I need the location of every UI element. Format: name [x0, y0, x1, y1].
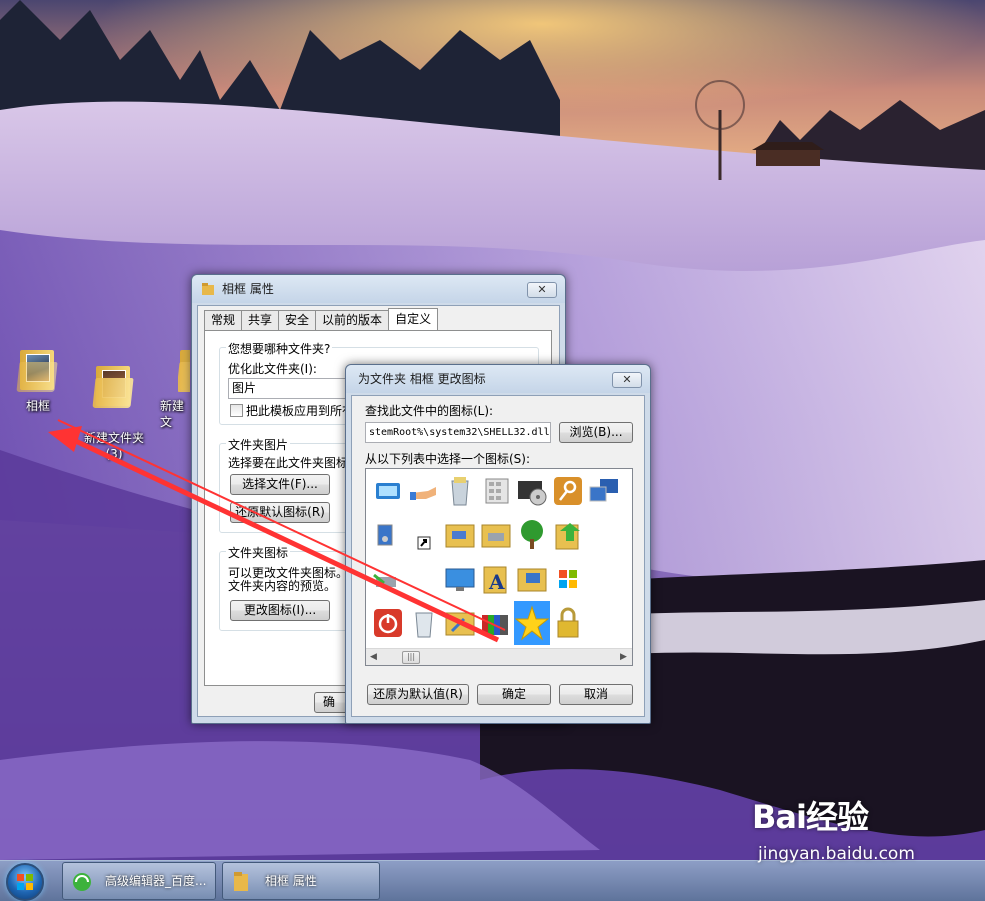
- change-icon-client: 查找此文件中的图标(L): stemRoot%\system32\SHELL32…: [351, 395, 645, 717]
- change-icon-title: 为文件夹 相框 更改图标: [358, 372, 486, 386]
- tab-strip: 常规 共享 安全 以前的版本 自定义: [204, 308, 439, 330]
- optimize-label: 优化此文件夹(I):: [228, 362, 317, 376]
- recycle-bin-full-icon[interactable]: [442, 473, 478, 509]
- folder-icon: [92, 364, 134, 408]
- lock-icon[interactable]: [550, 605, 586, 641]
- scroll-thumb[interactable]: |||: [402, 651, 420, 664]
- taskbar-item-browser[interactable]: 高级编辑器_百度...: [62, 862, 216, 900]
- choose-picture-label: 选择要在此文件夹图标: [228, 456, 349, 470]
- key-icon[interactable]: [550, 473, 586, 509]
- star-icon[interactable]: [514, 601, 550, 645]
- icon-list-scrollbar[interactable]: ◀ ||| ▶: [366, 648, 632, 665]
- baidu-jingyan-watermark: Bai经验 jingyan.baidu.com: [752, 792, 915, 864]
- folder-icon: [202, 283, 214, 295]
- properties-title: 相框 属性: [222, 282, 274, 296]
- svg-text:A: A: [488, 570, 505, 594]
- change-icon-titlebar[interactable]: 为文件夹 相框 更改图标 ✕: [346, 365, 650, 393]
- tab-security[interactable]: 安全: [278, 310, 317, 330]
- icon-file-path-field[interactable]: stemRoot%\system32\SHELL32.dll: [365, 422, 551, 443]
- media-player-icon[interactable]: [514, 473, 550, 509]
- shortcut-arrow-icon[interactable]: [406, 517, 442, 553]
- desktop-icon-label: 新建文件夹 (3): [83, 431, 144, 461]
- folder-green-arrow-icon[interactable]: [550, 517, 586, 553]
- drive-icon[interactable]: [370, 561, 406, 597]
- icon-list[interactable]: A ◀ ||| ▶: [365, 468, 633, 666]
- close-button[interactable]: ✕: [612, 372, 642, 388]
- tree-icon[interactable]: [514, 517, 550, 553]
- choose-file-button[interactable]: 选择文件(F)...: [230, 474, 330, 495]
- hand-share-icon[interactable]: [406, 473, 442, 509]
- windows-logo-icon[interactable]: [550, 561, 586, 597]
- change-icon-button[interactable]: 更改图标(I)...: [230, 600, 330, 621]
- folder-computer-icon[interactable]: [514, 561, 550, 597]
- scroll-right-icon[interactable]: ▶: [620, 652, 627, 662]
- taskbar-item-label: 高级编辑器_百度...: [105, 874, 207, 888]
- blank-icon[interactable]: [406, 561, 442, 597]
- restore-default-icon-button[interactable]: 还原默认图标(R): [230, 502, 330, 523]
- scroll-left-icon[interactable]: ◀: [370, 652, 377, 662]
- watermark-logo: Bai经验: [752, 798, 869, 836]
- browser-icon: [73, 873, 91, 891]
- find-icons-label: 查找此文件中的图标(L):: [365, 404, 494, 418]
- cancel-button[interactable]: 取消: [559, 684, 633, 705]
- tab-previous-versions[interactable]: 以前的版本: [315, 310, 390, 330]
- watermark-url: jingyan.baidu.com: [758, 844, 915, 864]
- choose-icon-label: 从以下列表中选择一个图标(S):: [365, 452, 531, 466]
- browse-button[interactable]: 浏览(B)...: [559, 422, 633, 443]
- folder-tools-icon[interactable]: [442, 605, 478, 641]
- change-icon-desc-2: 文件夹内容的预览。: [228, 579, 337, 593]
- folder-picture-group-title: 文件夹图片: [226, 436, 291, 453]
- desktop-icon-photo-frame[interactable]: 相框: [0, 348, 76, 414]
- color-bars-icon[interactable]: [478, 605, 514, 641]
- monitor-window-icon[interactable]: [370, 473, 406, 509]
- close-icon: ✕: [622, 373, 632, 386]
- folder-icon: [234, 872, 248, 891]
- tab-sharing[interactable]: 共享: [241, 310, 280, 330]
- properties-titlebar[interactable]: 相框 属性 ✕: [192, 275, 565, 303]
- calculator-keypad-icon[interactable]: [478, 473, 514, 509]
- close-button[interactable]: ✕: [527, 282, 557, 298]
- desktop-icon-label: 新建文: [160, 399, 185, 429]
- change-icon-dialog: 为文件夹 相框 更改图标 ✕ 查找此文件中的图标(L): stemRoot%\s…: [345, 364, 651, 724]
- apply-template-label: 把此模板应用到所有: [246, 404, 355, 418]
- optimize-select-value: 图片: [232, 381, 257, 395]
- icon-file-path-value: stemRoot%\system32\SHELL32.dll: [369, 427, 550, 438]
- tab-customize[interactable]: 自定义: [388, 308, 439, 330]
- folder-network-icon[interactable]: [442, 517, 478, 553]
- apply-template-checkbox[interactable]: [230, 404, 243, 417]
- close-icon: ✕: [537, 283, 547, 296]
- computer-speaker-icon[interactable]: [370, 517, 406, 553]
- desktop-icon-label: 相框: [25, 399, 50, 413]
- windows-logo-icon: [17, 874, 33, 890]
- folder-icon: [178, 348, 190, 392]
- taskbar-item-label: 相框 属性: [265, 874, 317, 888]
- desktop-icon-new-folder-3[interactable]: 新建文件夹 (3): [76, 348, 152, 478]
- network-computers-icon[interactable]: [586, 473, 622, 509]
- power-icon[interactable]: [370, 605, 406, 641]
- start-button[interactable]: [6, 863, 44, 901]
- fonts-folder-icon[interactable]: A: [478, 561, 514, 597]
- folder-icon-group-title: 文件夹图标: [226, 544, 291, 561]
- restore-default-button[interactable]: 还原为默认值(R): [367, 684, 469, 705]
- taskbar-item-properties[interactable]: 相框 属性: [222, 862, 380, 900]
- desktop-screen-icon[interactable]: [442, 561, 478, 597]
- ok-button[interactable]: 确定: [477, 684, 551, 705]
- tab-general[interactable]: 常规: [204, 310, 243, 330]
- folder-drive-icon[interactable]: [478, 517, 514, 553]
- folder-photo-icon: [16, 348, 58, 392]
- desktop-icon-new-folder[interactable]: 新建文: [150, 348, 190, 430]
- folder-type-group-title: 您想要哪种文件夹?: [226, 340, 333, 357]
- recycle-bin-empty-icon[interactable]: [406, 605, 442, 641]
